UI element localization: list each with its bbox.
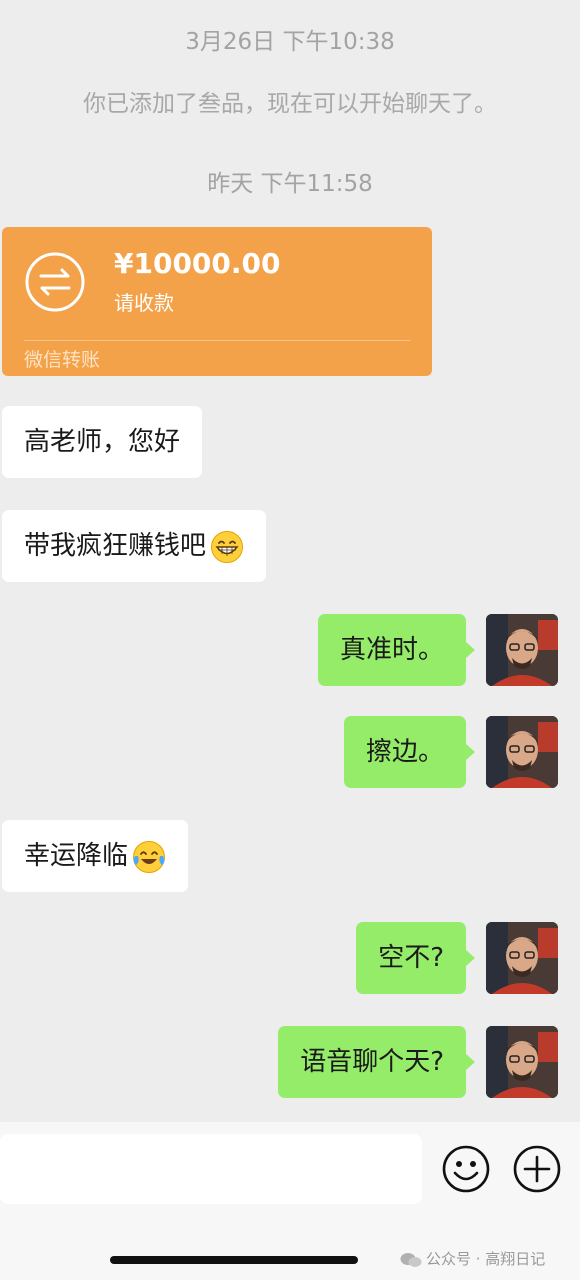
tears-of-joy-icon: [133, 840, 166, 873]
input-bar: 公众号 · 高翔日记: [0, 1122, 580, 1280]
transfer-status: 请收款: [114, 291, 174, 315]
plus-circle-icon[interactable]: [512, 1144, 562, 1194]
message-input[interactable]: [0, 1134, 422, 1204]
timestamp-2: 昨天 下午11:58: [207, 171, 373, 197]
timestamp-1: 3月26日 下午10:38: [185, 29, 395, 55]
avatar[interactable]: [486, 716, 558, 788]
message-text: 擦边。: [365, 737, 444, 767]
transfer-footer: 微信转账: [24, 349, 101, 371]
message-bubble-sent[interactable]: 擦边。: [343, 716, 476, 788]
watermark-text: 公众号 · 高翔日记: [426, 1250, 546, 1268]
message-text: 空不?: [378, 943, 444, 973]
message-bubble-sent[interactable]: 真准时。: [317, 614, 476, 686]
system-message: 你已添加了叁品，现在可以开始聊天了。: [83, 91, 497, 117]
message-bubble-received[interactable]: 幸运降临: [2, 820, 189, 892]
avatar[interactable]: [486, 1026, 558, 1098]
emoji-smile-icon[interactable]: [441, 1144, 491, 1194]
message-text: 带我疯狂赚钱吧: [24, 531, 207, 561]
wechat-icon: [400, 1252, 422, 1267]
message-text: 语音聊个天?: [300, 1047, 444, 1077]
message-bubble-sent[interactable]: 空不?: [356, 922, 475, 994]
message-text: 真准时。: [339, 635, 444, 665]
message-text: 高老师，您好: [24, 427, 181, 457]
avatar[interactable]: [486, 922, 558, 994]
message-bubble-received[interactable]: 高老师，您好: [2, 406, 203, 478]
home-indicator: [110, 1256, 358, 1264]
watermark: 公众号 · 高翔日记: [400, 1248, 545, 1269]
message-bubble-received[interactable]: 带我疯狂赚钱吧: [2, 510, 267, 582]
message-text: 幸运降临: [24, 841, 129, 871]
transfer-amount: ¥10000.00: [114, 247, 281, 280]
transfer-divider: [24, 340, 410, 341]
transfer-card[interactable]: ¥10000.00 请收款 微信转账: [2, 227, 432, 376]
message-bubble-sent[interactable]: 语音聊个天?: [278, 1026, 475, 1098]
grinning-face-icon: [211, 530, 244, 563]
avatar[interactable]: [486, 614, 558, 686]
transfer-arrows-icon: [25, 252, 85, 312]
